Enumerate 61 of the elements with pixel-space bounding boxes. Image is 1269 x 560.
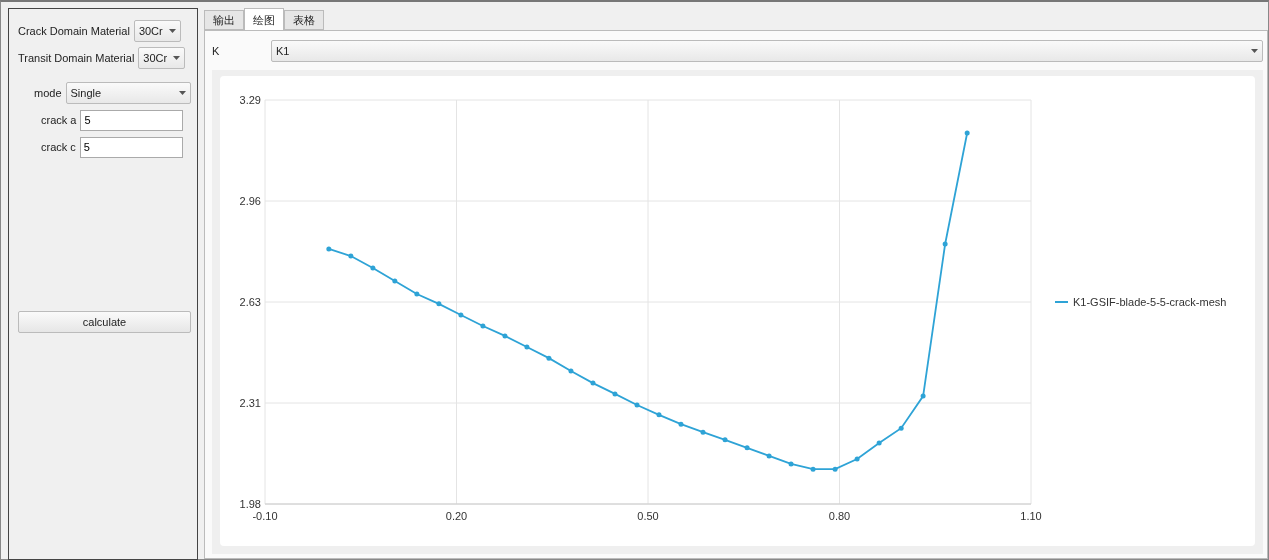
- field-label: K: [212, 45, 221, 57]
- dropdown-caret-icon: [178, 91, 186, 95]
- field-label: crack a: [41, 114, 77, 126]
- data-point: [590, 380, 596, 386]
- data-point: [832, 466, 838, 472]
- y-tick-label: 2.96: [239, 195, 261, 207]
- data-point: [414, 291, 420, 297]
- data-point: [876, 440, 882, 446]
- data-point: [766, 453, 772, 459]
- data-point: [942, 241, 948, 247]
- data-point: [458, 312, 464, 318]
- data-point: [348, 253, 354, 259]
- field-label: mode: [34, 87, 62, 99]
- data-point: [502, 333, 508, 339]
- data-point: [634, 402, 640, 408]
- dropdown-caret-icon: [1251, 49, 1258, 53]
- data-point: [722, 437, 728, 443]
- data-point: [810, 466, 816, 472]
- tab[interactable]: 表格: [284, 10, 324, 30]
- dropdown[interactable]: 30Cr: [133, 20, 181, 42]
- x-tick-label: 0.80: [828, 510, 851, 522]
- dropdown-caret-icon: [173, 56, 181, 60]
- data-point: [436, 301, 442, 307]
- data-point: [964, 130, 970, 136]
- y-tick-label: 1.98: [239, 498, 261, 510]
- data-point: [326, 246, 332, 252]
- x-tick-label: 1.10: [1020, 510, 1042, 522]
- text-field[interactable]: 5: [79, 136, 183, 158]
- calculate-button[interactable]: calculate: [18, 311, 191, 333]
- legend-label: K1-GSIF-blade-5-5-crack-mesh: [1073, 296, 1227, 308]
- dropdown[interactable]: 30Cr: [138, 47, 186, 69]
- data-point: [788, 461, 794, 467]
- field-label: crack c: [41, 141, 76, 153]
- tab[interactable]: 输出: [204, 10, 244, 30]
- data-point: [678, 421, 684, 427]
- tab[interactable]: 绘图: [244, 8, 284, 31]
- data-point: [744, 445, 750, 451]
- data-point: [656, 412, 662, 418]
- text-field[interactable]: 5: [80, 109, 184, 131]
- data-point: [700, 429, 706, 435]
- y-tick-label: 2.31: [239, 397, 261, 409]
- x-tick-label: 0.20: [445, 510, 468, 522]
- data-point: [898, 425, 904, 431]
- data-point: [920, 393, 926, 399]
- dropdown[interactable]: Single: [65, 82, 191, 104]
- data-point: [524, 344, 530, 350]
- dropdown-caret-icon: [168, 29, 176, 33]
- data-point: [612, 391, 618, 397]
- field-label: Crack Domain Material: [18, 25, 130, 37]
- data-point: [370, 265, 376, 271]
- field-label: Transit Domain Material: [18, 52, 135, 64]
- data-point: [480, 323, 486, 329]
- dropdown[interactable]: K1: [271, 40, 1263, 62]
- data-point: [392, 278, 398, 284]
- data-point: [854, 456, 860, 462]
- x-tick-label: -0.10: [252, 510, 278, 522]
- data-point: [546, 355, 552, 361]
- x-tick-label: 0.50: [637, 510, 659, 522]
- y-tick-label: 2.63: [239, 296, 261, 308]
- y-tick-label: 3.29: [239, 94, 261, 106]
- data-point: [568, 368, 574, 374]
